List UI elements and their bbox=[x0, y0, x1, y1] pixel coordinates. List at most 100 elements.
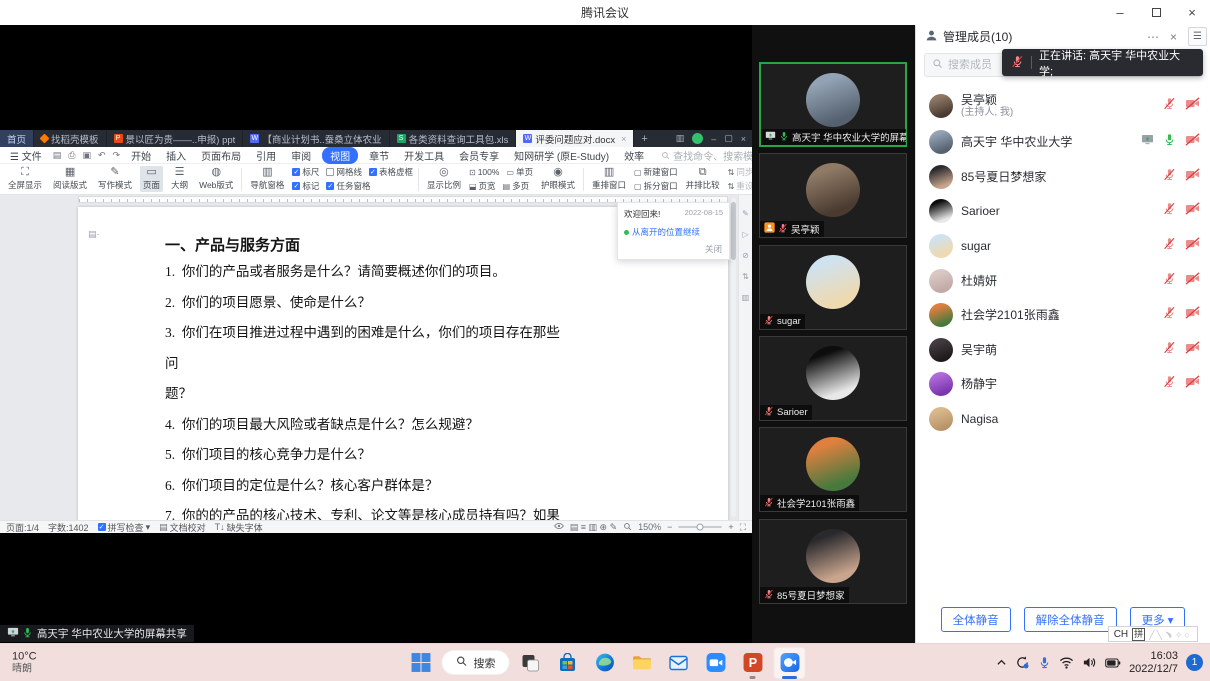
wps-tab-2[interactable]: 找稻壳模板 bbox=[34, 130, 107, 147]
zoom-button-1[interactable]: ⊡100% bbox=[469, 166, 499, 178]
undo-icon[interactable]: ↶ bbox=[98, 150, 106, 161]
wps-tab-3[interactable]: P景以匠为贵——..申报) ppt bbox=[107, 130, 244, 147]
new-window-button[interactable]: ▢新建窗口 bbox=[634, 166, 678, 178]
video-tile-6[interactable]: 85号夏日梦想家 bbox=[759, 519, 907, 604]
member-row[interactable]: 吴宇萌 bbox=[916, 333, 1210, 368]
new-tab-button[interactable]: + bbox=[634, 130, 654, 147]
camera-off-icon[interactable] bbox=[1185, 96, 1200, 116]
member-row[interactable]: sugar bbox=[916, 229, 1210, 264]
view-mode-4[interactable]: ▭页面 bbox=[140, 166, 163, 192]
member-row[interactable]: 杨静宇 bbox=[916, 367, 1210, 402]
view-mode-5[interactable]: ☰大纲 bbox=[168, 166, 191, 192]
camera-off-icon[interactable] bbox=[1185, 340, 1200, 360]
close-button[interactable]: × bbox=[1174, 0, 1210, 25]
doc-side-tool-2-icon[interactable]: ▷ bbox=[742, 230, 748, 239]
ime-language[interactable]: CH bbox=[1114, 629, 1128, 640]
camera-off-icon[interactable] bbox=[1185, 305, 1200, 325]
zoom-button-2[interactable]: ▭单页 bbox=[506, 166, 533, 178]
mic-muted-icon[interactable] bbox=[1163, 202, 1176, 220]
wps-tab-1[interactable]: 首页 bbox=[0, 130, 34, 147]
maximize-button[interactable] bbox=[1138, 0, 1174, 25]
member-row[interactable]: 高天宇 华中农业大学 bbox=[916, 125, 1210, 160]
nav-pane-button[interactable]: ▥导航窗格 bbox=[247, 166, 287, 192]
mic-muted-icon[interactable] bbox=[1163, 168, 1176, 186]
menu-2[interactable]: 插入 bbox=[162, 148, 190, 163]
mic-muted-icon[interactable] bbox=[1163, 375, 1176, 393]
menu-1[interactable]: 开始 bbox=[127, 148, 155, 163]
zoom-icon[interactable] bbox=[623, 522, 632, 533]
rearrange-windows-button[interactable]: ▥重排窗口 bbox=[589, 166, 629, 192]
microphone-in-use-icon[interactable] bbox=[1038, 656, 1051, 669]
doc-side-tool-1-icon[interactable]: ✎ bbox=[742, 209, 749, 218]
taskbar-search[interactable]: 搜索 bbox=[442, 650, 510, 675]
menu-4[interactable]: 引用 bbox=[252, 148, 280, 163]
missing-fonts[interactable]: T↓缺失字体 bbox=[215, 521, 263, 534]
redo-icon[interactable]: ↷ bbox=[113, 150, 121, 161]
zoom-button-3[interactable]: ⬓页宽 bbox=[469, 180, 496, 192]
resume-position-link[interactable]: 从离开的位置继续 bbox=[624, 226, 723, 238]
hidden-icons-chevron[interactable] bbox=[996, 657, 1007, 668]
menu-8[interactable]: 开发工具 bbox=[400, 148, 448, 163]
store-taskbar-icon[interactable] bbox=[552, 647, 584, 679]
mail-taskbar-icon[interactable] bbox=[663, 647, 695, 679]
fullscreen-icon[interactable]: ⛶ bbox=[740, 522, 746, 533]
taskbar-clock[interactable]: 16:032022/12/7 bbox=[1129, 650, 1178, 676]
zoom-out-button[interactable]: − bbox=[667, 522, 672, 532]
checkbox-5[interactable]: ✓任务窗格 bbox=[326, 180, 370, 192]
video-tile-3[interactable]: sugar bbox=[759, 245, 907, 330]
mic-muted-icon[interactable] bbox=[1163, 306, 1176, 324]
wps-tab-5[interactable]: S各类资料查询工具包.xls bbox=[390, 130, 517, 147]
wps-minimize-icon[interactable]: – bbox=[711, 134, 716, 144]
checkbox-2[interactable]: 网格线 bbox=[326, 166, 362, 178]
explorer-taskbar-icon[interactable] bbox=[626, 647, 658, 679]
video-tile-2[interactable]: 吴亭颖 bbox=[759, 153, 907, 238]
member-row[interactable]: 社会学2101张雨鑫 bbox=[916, 298, 1210, 333]
outline-handle-icon[interactable]: ▤· bbox=[88, 229, 100, 240]
wps-restore-icon[interactable]: ▢ bbox=[724, 133, 733, 144]
member-row[interactable]: 杜婧妍 bbox=[916, 263, 1210, 298]
preview-icon[interactable]: ▣ bbox=[82, 150, 91, 161]
mic-muted-icon[interactable] bbox=[1163, 237, 1176, 255]
menu-5[interactable]: 审阅 bbox=[287, 148, 315, 163]
view-mode-icons[interactable]: ▤ ≡ ▥ ⊕ ✎ bbox=[570, 522, 617, 533]
screen-share-icon[interactable] bbox=[1141, 133, 1154, 151]
unmute-all-button[interactable]: 解除全体静音 bbox=[1024, 607, 1117, 632]
camera-off-icon[interactable] bbox=[1185, 271, 1200, 291]
camera-off-icon[interactable] bbox=[1185, 201, 1200, 221]
camera-off-icon[interactable] bbox=[1185, 132, 1200, 152]
wps-tab-6[interactable]: W评委问题应对.docx× bbox=[516, 130, 634, 147]
camera-off-icon[interactable] bbox=[1185, 236, 1200, 256]
mute-all-button[interactable]: 全体静音 bbox=[941, 607, 1011, 632]
ime-pinyin-icon[interactable]: 拼 bbox=[1132, 628, 1145, 641]
member-row[interactable]: 吴亭颖(主持人, 我) bbox=[916, 87, 1210, 125]
checkbox-1[interactable]: ✓标尺 bbox=[292, 166, 319, 178]
split-window-button[interactable]: ▢拆分窗口 bbox=[634, 180, 678, 192]
battery-icon[interactable] bbox=[1105, 657, 1121, 669]
ime-toolbar[interactable]: CH 拼 ╱╲﹅✧○ bbox=[1108, 626, 1198, 642]
member-row[interactable]: Nagisa bbox=[916, 402, 1210, 437]
side-by-side-button[interactable]: ⧉并排比较 bbox=[683, 166, 723, 192]
camera-off-icon[interactable] bbox=[1185, 167, 1200, 187]
sync-update-icon[interactable] bbox=[1015, 655, 1030, 670]
eye-protect-icon[interactable] bbox=[554, 521, 564, 533]
eye-protect-button[interactable]: ◉护眼模式 bbox=[538, 166, 578, 192]
checkbox-4[interactable]: ✓标记 bbox=[292, 180, 319, 192]
mic-muted-icon[interactable] bbox=[1163, 97, 1176, 115]
doc-side-tool-3-icon[interactable]: ⊘ bbox=[742, 251, 749, 260]
video-tile-5[interactable]: 社会学2101张雨鑫 bbox=[759, 427, 907, 512]
edge-taskbar-icon[interactable] bbox=[589, 647, 621, 679]
zoom-slider-knob[interactable] bbox=[697, 524, 704, 531]
document-scrollbar[interactable] bbox=[731, 198, 736, 517]
checkbox-3[interactable]: ✓表格虚框 bbox=[369, 166, 413, 178]
document-proof[interactable]: ▤文档校对 bbox=[159, 521, 206, 534]
volume-icon[interactable] bbox=[1082, 655, 1097, 670]
notification-badge[interactable]: 1 bbox=[1186, 654, 1203, 671]
zoom-in-button[interactable]: + bbox=[728, 522, 733, 532]
wps-account-avatar[interactable] bbox=[692, 133, 703, 144]
minimize-button[interactable]: – bbox=[1102, 0, 1138, 25]
task-view-taskbar-icon[interactable] bbox=[515, 647, 547, 679]
doc-side-tool-5-icon[interactable]: ▥ bbox=[742, 293, 750, 302]
menu-6[interactable]: 视图 bbox=[322, 147, 358, 164]
video-tile-4[interactable]: Sarioer bbox=[759, 336, 907, 421]
print-icon[interactable]: ⎙ bbox=[68, 150, 75, 161]
